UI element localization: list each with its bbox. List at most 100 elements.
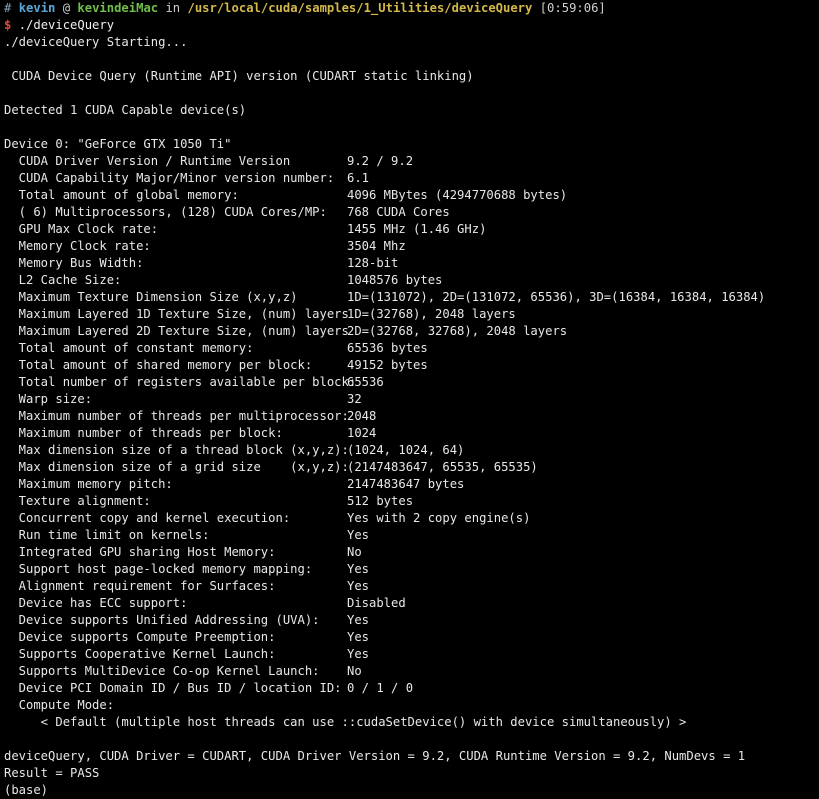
starting-line: ./deviceQuery Starting... xyxy=(4,35,188,49)
property-row: Integrated GPU sharing Host Memory: No xyxy=(4,544,819,561)
property-row: Memory Bus Width: 128-bit xyxy=(4,255,819,272)
property-row: Maximum number of threads per block: 1024 xyxy=(4,425,819,442)
property-key: Memory Bus Width: xyxy=(4,256,144,270)
property-value: Yes xyxy=(347,562,370,576)
prompt-in: in xyxy=(165,1,181,15)
property-row: Max dimension size of a thread block (x,… xyxy=(4,442,819,459)
property-value: 2D=(32768, 32768), 2048 layers xyxy=(347,324,568,338)
property-key: Maximum number of threads per block: xyxy=(4,426,283,440)
property-value: No xyxy=(347,664,362,678)
property-value: Yes xyxy=(347,579,370,593)
env-line: (base) xyxy=(4,783,49,797)
property-row: Texture alignment: 512 bytes xyxy=(4,493,819,510)
property-key: Run time limit on kernels: xyxy=(4,528,210,542)
compute-mode-label: Compute Mode: xyxy=(4,698,115,712)
property-row: Warp size: 32 xyxy=(4,391,819,408)
property-row: ( 6) Multiprocessors, (128) CUDA Cores/M… xyxy=(4,204,819,221)
prompt-time: [0:59:06] xyxy=(539,1,606,15)
prompt-host: kevindeiMac xyxy=(77,1,159,15)
summary-line: deviceQuery, CUDA Driver = CUDART, CUDA … xyxy=(4,749,746,763)
property-value: Yes xyxy=(347,630,370,644)
property-value: 4096 MBytes (4294770688 bytes) xyxy=(347,188,568,202)
property-row: Supports Cooperative Kernel Launch: Yes xyxy=(4,646,819,663)
property-value: 512 bytes xyxy=(347,494,414,508)
property-row: Run time limit on kernels: Yes xyxy=(4,527,819,544)
property-value: 65536 bytes xyxy=(347,341,428,355)
property-key: Total amount of global memory: xyxy=(4,188,239,202)
property-row: CUDA Driver Version / Runtime Version 9.2… xyxy=(4,153,819,170)
prompt-path: /usr/local/cuda/samples/1_Utilities/devi… xyxy=(187,1,533,15)
property-row: Device supports Compute Preemption: Yes xyxy=(4,629,819,646)
property-value: 2048 xyxy=(347,409,377,423)
property-value: 1D=(32768), 2048 layers xyxy=(347,307,516,321)
prompt-hash: # xyxy=(4,1,12,15)
device-properties: CUDA Driver Version / Runtime Version 9.2… xyxy=(4,153,819,697)
property-key: Memory Clock rate: xyxy=(4,239,151,253)
property-key: Support host page-locked memory mapping: xyxy=(4,562,313,576)
property-key: Device has ECC support: xyxy=(4,596,188,610)
property-row: Maximum memory pitch: 2147483647 bytes xyxy=(4,476,819,493)
property-value: 1048576 bytes xyxy=(347,273,443,287)
property-key: Integrated GPU sharing Host Memory: xyxy=(4,545,276,559)
result-line: Result = PASS xyxy=(4,766,100,780)
property-key: Max dimension size of a thread block (x,… xyxy=(4,443,349,457)
property-row: Memory Clock rate: 3504 Mhz xyxy=(4,238,819,255)
property-value: Yes with 2 copy engine(s) xyxy=(347,511,531,525)
property-key: Warp size: xyxy=(4,392,93,406)
property-value: 2147483647 bytes xyxy=(347,477,465,491)
property-key: Maximum number of threads per multiproce… xyxy=(4,409,349,423)
property-value: 3504 Mhz xyxy=(347,239,406,253)
property-row: L2 Cache Size: 1048576 bytes xyxy=(4,272,819,289)
terminal-window[interactable]: # kevin @ kevindeiMac in /usr/local/cuda… xyxy=(0,0,819,799)
property-key: Total amount of shared memory per block: xyxy=(4,358,313,372)
property-row: Device has ECC support: Disabled xyxy=(4,595,819,612)
property-key: Total amount of constant memory: xyxy=(4,341,254,355)
property-row: Device supports Unified Addressing (UVA)… xyxy=(4,612,819,629)
property-key: Supports Cooperative Kernel Launch: xyxy=(4,647,276,661)
property-row: CUDA Capability Major/Minor version numb… xyxy=(4,170,819,187)
property-row: Max dimension size of a grid size (x,y,z… xyxy=(4,459,819,476)
command-text: ./deviceQuery xyxy=(18,18,115,32)
property-key: Maximum Texture Dimension Size (x,y,z) xyxy=(4,290,298,304)
property-row: Maximum Layered 1D Texture Size, (num) l… xyxy=(4,306,819,323)
detected-line: Detected 1 CUDA Capable device(s) xyxy=(4,103,247,117)
property-value: Disabled xyxy=(347,596,406,610)
device-line: Device 0: "GeForce GTX 1050 Ti" xyxy=(4,137,232,151)
property-key: Device supports Compute Preemption: xyxy=(4,630,276,644)
command-line: $ ./deviceQuery xyxy=(4,17,819,34)
property-value: 9.2 / 9.2 xyxy=(347,154,414,168)
property-value: 32 xyxy=(347,392,362,406)
property-value: (1024, 1024, 64) xyxy=(347,443,465,457)
property-key: CUDA Driver Version / Runtime Version xyxy=(4,154,291,168)
property-value: 65536 xyxy=(347,375,384,389)
property-value: 128-bit xyxy=(347,256,399,270)
property-row: Maximum Layered 2D Texture Size, (num) l… xyxy=(4,323,819,340)
property-key: Concurrent copy and kernel execution: xyxy=(4,511,291,525)
property-value: 6.1 xyxy=(347,171,370,185)
property-key: Maximum Layered 1D Texture Size, (num) l… xyxy=(4,307,349,321)
property-value: Yes xyxy=(347,613,370,627)
property-value: Yes xyxy=(347,647,370,661)
property-key: ( 6) Multiprocessors, (128) CUDA Cores/M… xyxy=(4,205,327,219)
compute-mode-value: < Default (multiple host threads can use… xyxy=(4,715,687,729)
property-row: Total amount of global memory: 4096 MByte… xyxy=(4,187,819,204)
property-row: Total amount of shared memory per block:… xyxy=(4,357,819,374)
property-row: Alignment requirement for Surfaces: Yes xyxy=(4,578,819,595)
property-value: 49152 bytes xyxy=(347,358,428,372)
property-key: Maximum memory pitch: xyxy=(4,477,173,491)
property-value: No xyxy=(347,545,362,559)
property-value: 1455 MHz (1.46 GHz) xyxy=(347,222,487,236)
property-key: Device supports Unified Addressing (UVA)… xyxy=(4,613,320,627)
property-key: L2 Cache Size: xyxy=(4,273,122,287)
property-row: Maximum Texture Dimension Size (x,y,z) 1D… xyxy=(4,289,819,306)
property-value: 1D=(131072), 2D=(131072, 65536), 3D=(163… xyxy=(347,290,766,304)
property-key: Max dimension size of a grid size (x,y,z… xyxy=(4,460,349,474)
prompt-user: kevin xyxy=(18,1,56,15)
property-key: GPU Max Clock rate: xyxy=(4,222,159,236)
property-row: Total number of registers available per … xyxy=(4,374,819,391)
api-version-line: CUDA Device Query (Runtime API) version … xyxy=(4,69,474,83)
property-row: Maximum number of threads per multiproce… xyxy=(4,408,819,425)
